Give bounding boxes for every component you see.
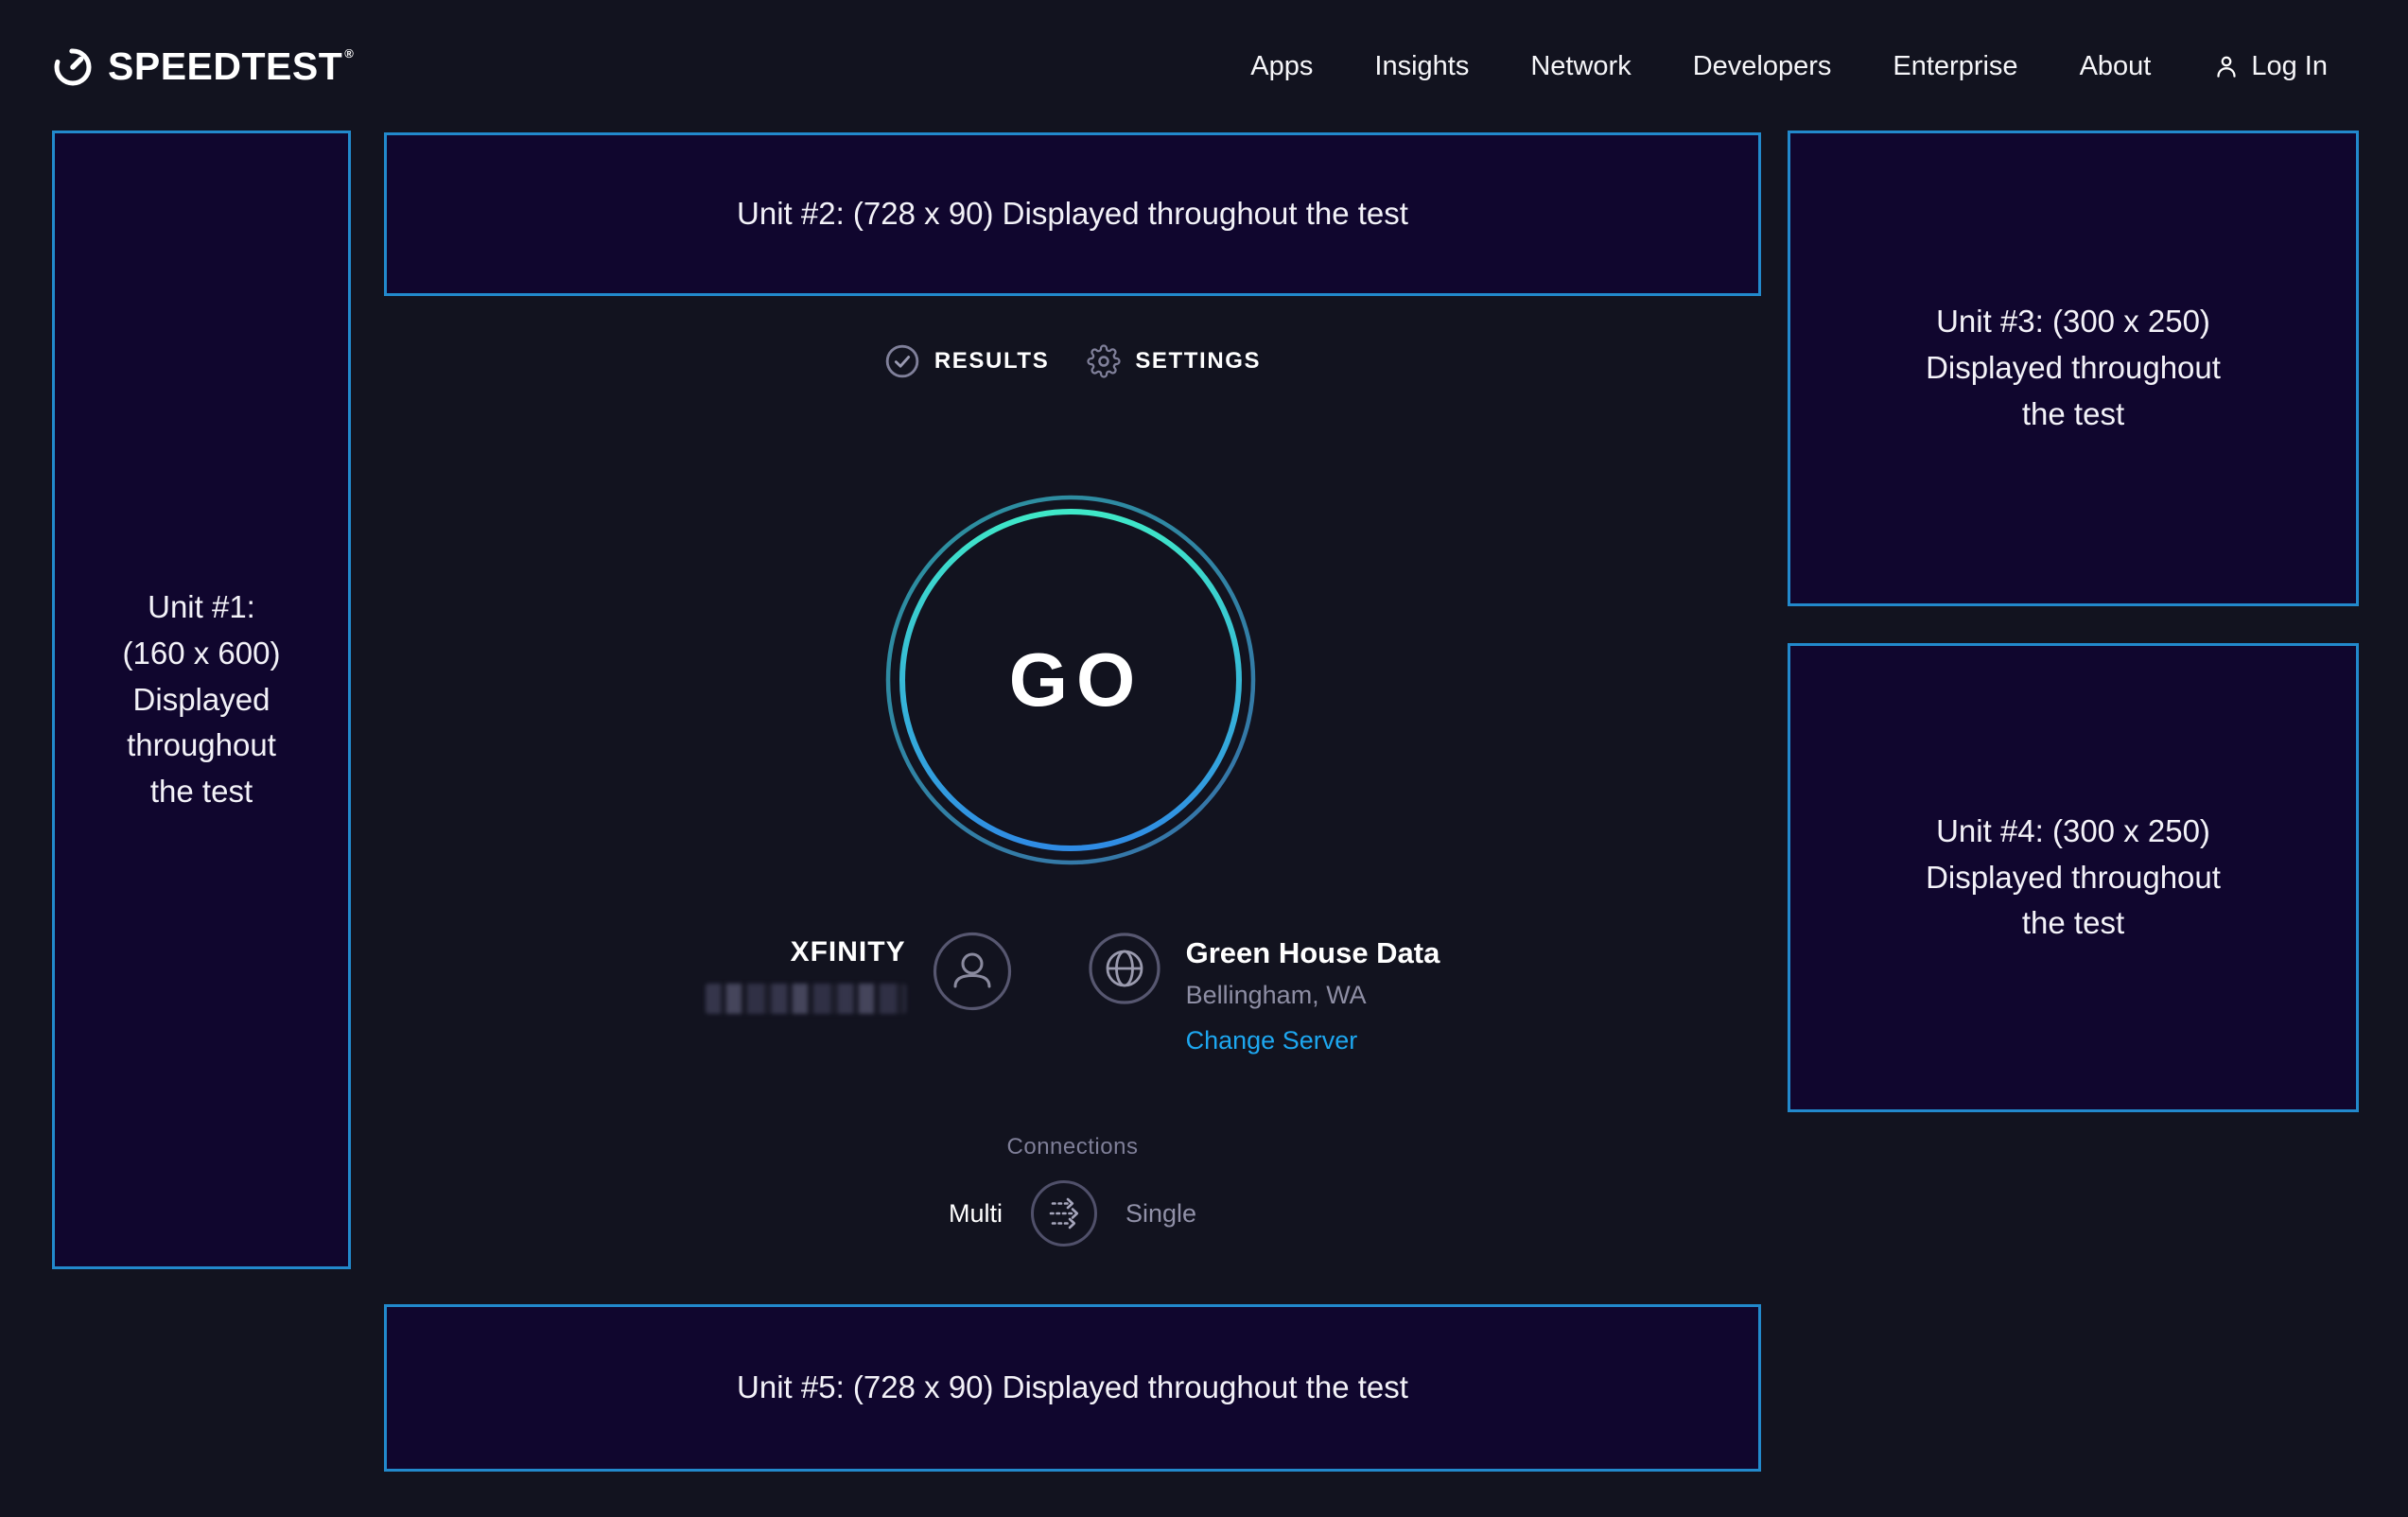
server-globe-icon bbox=[1088, 932, 1161, 1005]
ad-unit-3: Unit #3: (300 x 250) Displayed throughou… bbox=[1788, 131, 2359, 606]
login-label: Log In bbox=[2251, 51, 2328, 82]
connections-label: Connections bbox=[384, 1134, 1761, 1160]
isp-block: XFINITY bbox=[706, 936, 906, 1014]
speedometer-gauge-icon bbox=[52, 45, 94, 87]
server-name: Green House Data bbox=[1186, 936, 1440, 970]
isp-user-icon bbox=[933, 932, 1012, 1011]
go-button[interactable]: GO bbox=[885, 495, 1256, 865]
connections-toggle-icon[interactable] bbox=[1029, 1178, 1099, 1248]
tab-results[interactable]: RESULTS bbox=[884, 343, 1049, 379]
ad-unit-5: Unit #5: (728 x 90) Displayed throughout… bbox=[384, 1304, 1761, 1472]
top-nav-bar: SPEEDTEST® Apps Insights Network Develop… bbox=[0, 0, 2408, 132]
isp-name: XFINITY bbox=[706, 936, 906, 968]
tab-results-label: RESULTS bbox=[934, 348, 1049, 375]
main-nav: Apps Insights Network Developers Enterpr… bbox=[1250, 51, 2328, 82]
check-circle-icon bbox=[884, 343, 920, 379]
nav-item-apps[interactable]: Apps bbox=[1250, 51, 1313, 82]
tab-bar: RESULTS SETTINGS bbox=[384, 343, 1761, 379]
nav-item-developers[interactable]: Developers bbox=[1693, 51, 1832, 82]
login-button[interactable]: Log In bbox=[2212, 51, 2328, 82]
tab-settings[interactable]: SETTINGS bbox=[1087, 344, 1261, 378]
server-location: Bellingham, WA bbox=[1186, 981, 1440, 1010]
ad-unit-2: Unit #2: (728 x 90) Displayed throughout… bbox=[384, 132, 1761, 296]
nav-item-enterprise[interactable]: Enterprise bbox=[1893, 51, 2017, 82]
speedtest-logo[interactable]: SPEEDTEST® bbox=[52, 44, 354, 89]
tab-settings-label: SETTINGS bbox=[1135, 348, 1261, 375]
mode-option-single[interactable]: Single bbox=[1125, 1199, 1196, 1229]
mode-option-multi[interactable]: Multi bbox=[949, 1199, 1003, 1229]
nav-item-about[interactable]: About bbox=[2080, 51, 2152, 82]
ad-unit-1: Unit #1: (160 x 600) Displayed throughou… bbox=[52, 131, 351, 1269]
ad-unit-5-text: Unit #5: (728 x 90) Displayed throughout… bbox=[737, 1365, 1408, 1411]
user-icon bbox=[2212, 52, 2241, 80]
nav-item-insights[interactable]: Insights bbox=[1374, 51, 1469, 82]
go-button-label: GO bbox=[885, 495, 1256, 865]
server-block: Green House Data Bellingham, WA Change S… bbox=[1186, 936, 1440, 1055]
speedtest-page: SPEEDTEST® Apps Insights Network Develop… bbox=[0, 0, 2408, 1517]
trademark-symbol: ® bbox=[344, 46, 354, 89]
ad-unit-4-text: Unit #4: (300 x 250) Displayed throughou… bbox=[1926, 809, 2221, 947]
change-server-link[interactable]: Change Server bbox=[1186, 1026, 1358, 1055]
nav-item-network[interactable]: Network bbox=[1530, 51, 1631, 82]
isp-ip-redacted bbox=[706, 984, 906, 1014]
ad-unit-1-text: Unit #1: (160 x 600) Displayed throughou… bbox=[123, 584, 281, 815]
ad-unit-2-text: Unit #2: (728 x 90) Displayed throughout… bbox=[737, 191, 1408, 237]
connections-mode-row: Multi Single bbox=[384, 1178, 1761, 1248]
ad-unit-4: Unit #4: (300 x 250) Displayed throughou… bbox=[1788, 643, 2359, 1112]
ad-unit-3-text: Unit #3: (300 x 250) Displayed throughou… bbox=[1926, 299, 2221, 437]
gear-icon bbox=[1087, 344, 1121, 378]
brand-wordmark: SPEEDTEST® bbox=[108, 44, 354, 89]
connection-info-row: XFINITY Green House Data Bellingham, WA … bbox=[289, 932, 1856, 1055]
